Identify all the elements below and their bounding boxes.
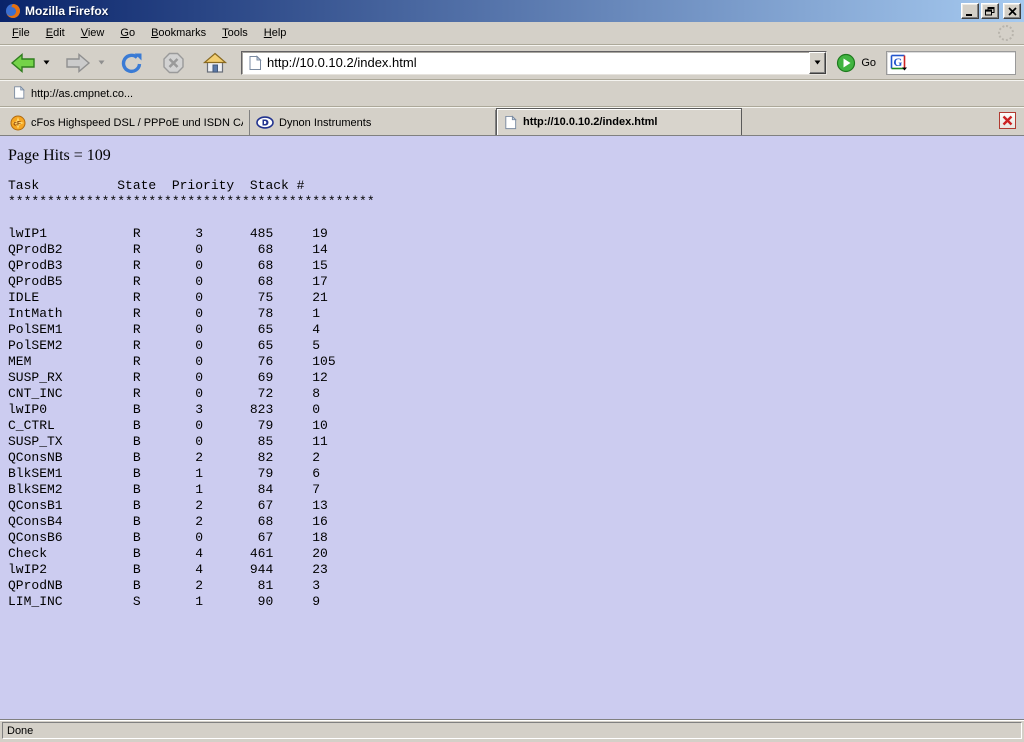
chevron-down-icon — [98, 60, 105, 65]
firefox-window: Mozilla Firefox File Edit View Go Book — [0, 0, 1024, 742]
go-icon — [836, 53, 856, 73]
svg-text:G: G — [893, 57, 902, 69]
tab-cfos[interactable]: cF cFos Highspeed DSL / PPPoE und ISDN C… — [4, 110, 250, 135]
close-icon — [1008, 7, 1017, 16]
tab-label: cFos Highspeed DSL / PPPoE und ISDN CAP.… — [31, 117, 243, 129]
menu-tools[interactable]: Tools — [214, 24, 256, 42]
chevron-down-icon — [43, 60, 50, 65]
go-button[interactable] — [835, 52, 857, 74]
page-hits-text: Page Hits = 109 — [8, 147, 1024, 165]
bookmark-item[interactable]: http://as.cmpnet.co... — [8, 83, 137, 105]
window-controls — [961, 3, 1021, 19]
menu-edit[interactable]: Edit — [38, 24, 73, 42]
page-favicon-document-icon — [247, 55, 263, 71]
page-content: Page Hits = 109 Task State Priority Stac… — [0, 136, 1024, 719]
forward-icon — [64, 51, 92, 75]
back-icon — [9, 51, 37, 75]
throbber-icon — [998, 25, 1014, 41]
window-title: Mozilla Firefox — [25, 4, 961, 18]
minimize-icon — [965, 7, 975, 16]
tab-dynon[interactable]: Dynon Instruments — [250, 110, 496, 135]
chevron-down-icon — [814, 60, 821, 65]
close-tab-button[interactable] — [999, 112, 1016, 129]
google-search-icon[interactable]: G — [890, 54, 908, 72]
menu-help[interactable]: Help — [256, 24, 295, 42]
bookmarks-toolbar: http://as.cmpnet.co... — [0, 80, 1024, 107]
go-label[interactable]: Go — [861, 57, 876, 69]
document-icon — [503, 115, 518, 130]
menu-go[interactable]: Go — [112, 24, 143, 42]
dynon-icon — [256, 116, 274, 129]
status-bar: Done — [0, 719, 1024, 742]
close-button[interactable] — [1003, 3, 1021, 19]
forward-dropdown-button[interactable] — [97, 58, 106, 67]
svg-text:cF: cF — [13, 120, 21, 127]
restore-icon — [985, 7, 995, 16]
home-button[interactable] — [199, 48, 231, 78]
back-button[interactable] — [6, 48, 40, 78]
stop-icon — [161, 51, 186, 75]
tab-index-html[interactable]: http://10.0.10.2/index.html — [496, 108, 742, 135]
tab-bar: cF cFos Highspeed DSL / PPPoE und ISDN C… — [0, 107, 1024, 136]
tab-label: Dynon Instruments — [279, 117, 371, 129]
search-input[interactable] — [908, 54, 1015, 72]
tab-label: http://10.0.10.2/index.html — [523, 116, 657, 128]
firefox-icon — [5, 3, 21, 19]
forward-button[interactable] — [61, 48, 95, 78]
search-box[interactable]: G — [886, 51, 1016, 75]
stop-button[interactable] — [158, 48, 189, 78]
status-panel: Done — [2, 722, 1022, 739]
menu-bookmarks[interactable]: Bookmarks — [143, 24, 214, 42]
navigation-toolbar: Go G — [0, 45, 1024, 80]
home-icon — [202, 51, 228, 75]
url-input[interactable] — [267, 53, 809, 73]
menu-bar: File Edit View Go Bookmarks Tools Help — [0, 22, 1024, 45]
reload-icon — [119, 51, 145, 75]
title-bar[interactable]: Mozilla Firefox — [0, 0, 1024, 22]
status-text: Done — [7, 725, 33, 737]
url-bar[interactable] — [241, 51, 827, 75]
restore-button[interactable] — [981, 3, 999, 19]
bookmark-document-icon — [12, 85, 26, 103]
minimize-button[interactable] — [961, 3, 979, 19]
menu-file[interactable]: File — [4, 24, 38, 42]
bookmark-label: http://as.cmpnet.co... — [31, 88, 133, 100]
back-dropdown-button[interactable] — [42, 58, 51, 67]
menu-view[interactable]: View — [73, 24, 113, 42]
cfos-icon: cF — [10, 115, 26, 131]
go-button-group: Go — [835, 52, 876, 74]
reload-button[interactable] — [116, 48, 148, 78]
url-dropdown-button[interactable] — [809, 52, 826, 74]
close-tab-icon — [1002, 115, 1013, 126]
task-table: Task State Priority Stack # ************… — [8, 178, 1024, 610]
